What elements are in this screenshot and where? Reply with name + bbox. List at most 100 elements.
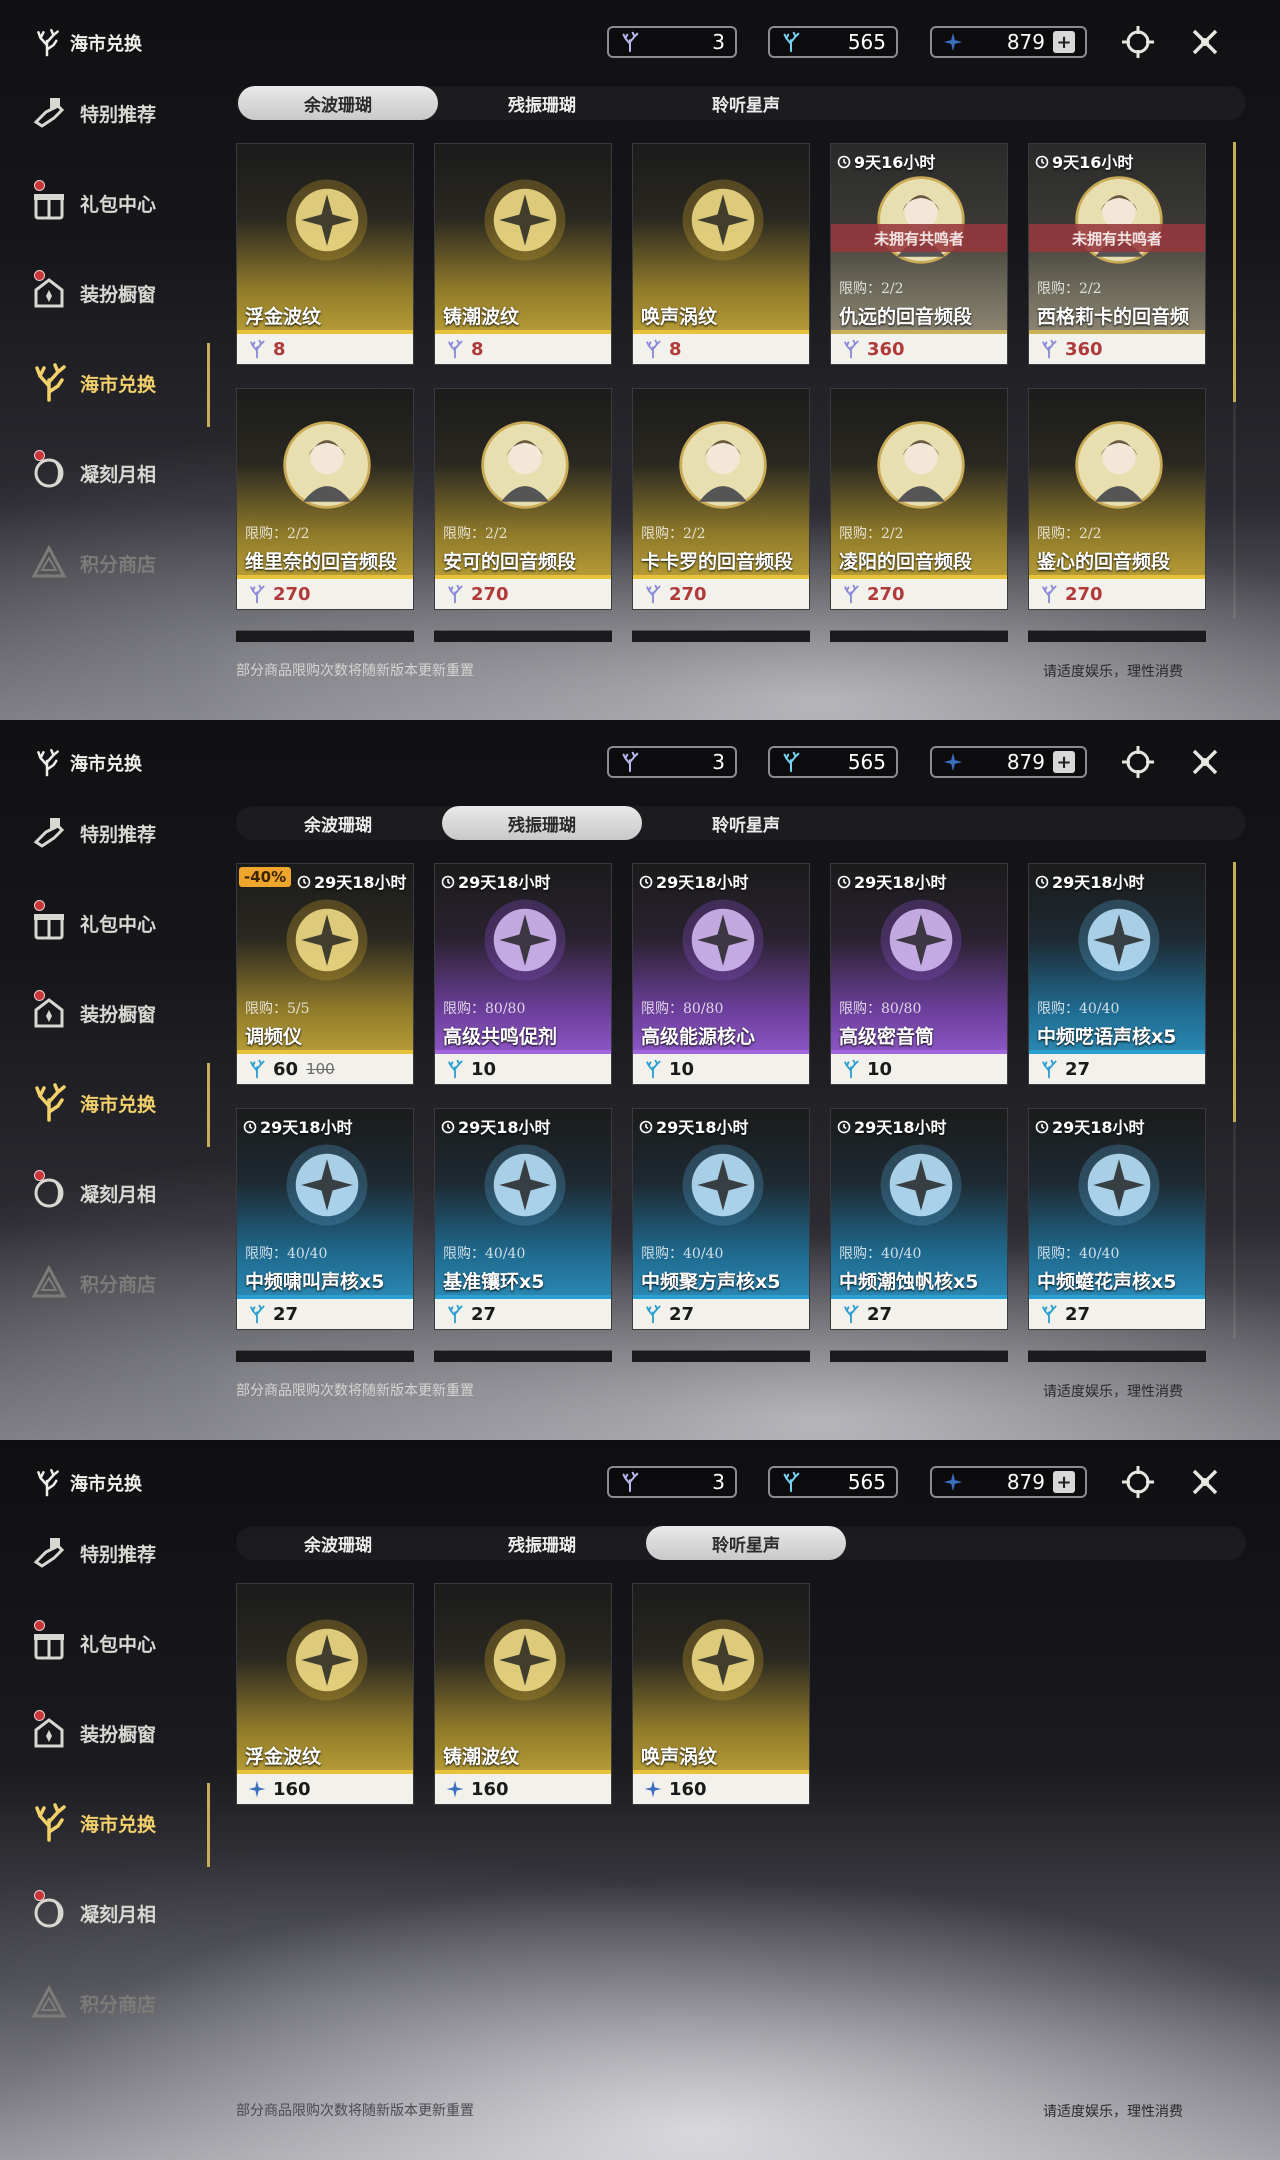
shop-item-card[interactable]: 29天18小时 限购：40/40 中频䗴花声核x5 27 — [1028, 1108, 1206, 1330]
sidebar-item-label: 凝刻月相 — [80, 1903, 157, 1926]
afterglow-coral-icon — [247, 584, 267, 604]
coral-tree-icon — [32, 748, 62, 778]
shop-item-card-partial[interactable] — [236, 1350, 414, 1362]
shop-item-card-partial[interactable] — [830, 630, 1008, 642]
shop-item-card[interactable]: 铸潮波纹 8 — [434, 143, 612, 365]
shop-item-card[interactable]: 限购：2/2 鉴心的回音频段 270 — [1028, 388, 1206, 610]
item-name: 基准镶环x5 — [443, 1271, 545, 1293]
sidebar-item[interactable]: 特别推荐 — [28, 92, 156, 134]
sidebar-item-label: 积分商店 — [80, 553, 157, 576]
star-crystal-icon — [247, 1779, 267, 1799]
shop-item-card[interactable]: 限购：2/2 安可的回音频段 270 — [434, 388, 612, 610]
item-name: 凌阳的回音频段 — [839, 551, 973, 573]
close-icon[interactable] — [1187, 744, 1223, 780]
sidebar-item[interactable]: 凝刻月相 — [28, 1890, 157, 1934]
tab[interactable]: 聆听星声 — [646, 806, 846, 840]
add-currency-button[interactable]: + — [1053, 31, 1075, 53]
tab[interactable]: 余波珊瑚 — [238, 86, 438, 120]
sidebar-item[interactable]: 特别推荐 — [28, 812, 156, 854]
shop-item-card[interactable]: 29天18小时 限购：80/80 高级共鸣促剂 10 — [434, 863, 612, 1085]
sidebar-item[interactable]: 海市兑换 — [28, 362, 156, 404]
tab[interactable]: 余波珊瑚 — [238, 806, 438, 840]
shop-item-card[interactable]: 唤声涡纹 8 — [632, 143, 810, 365]
sidebar-item[interactable]: 礼包中心 — [28, 180, 156, 224]
gift-icon — [28, 900, 70, 944]
timer-label: 29天18小时 — [656, 873, 749, 892]
sidebar-item[interactable]: 礼包中心 — [28, 900, 156, 944]
sidebar-item[interactable]: 特别推荐 — [28, 1532, 156, 1574]
shop-item-card[interactable]: 限购：2/2 凌阳的回音频段 270 — [830, 388, 1008, 610]
afterglow-coral-icon — [643, 339, 663, 359]
sidebar-item[interactable]: 凝刻月相 — [28, 1170, 156, 1214]
shop-item-card[interactable]: 9天16小时 未拥有共鸣者 限购：2/2 仇远的回音频段 360 — [830, 143, 1008, 365]
tab[interactable]: 聆听星声 — [646, 86, 846, 120]
scrollbar[interactable] — [1233, 862, 1236, 1338]
price-value: 10 — [669, 1058, 695, 1080]
sidebar-item[interactable]: 海市兑换 — [28, 1802, 156, 1844]
currency-display[interactable]: 879 + — [930, 746, 1087, 778]
shop-item-card-partial[interactable] — [1028, 630, 1206, 642]
shop-item-card[interactable]: 29天18小时 限购：80/80 高级密音筒 10 — [830, 863, 1008, 1085]
item-name: 安可的回音频段 — [443, 551, 577, 573]
shop-item-card[interactable]: -40% 29天18小时 限购：5/5 调频仪 60 100 — [236, 863, 414, 1085]
sidebar-item[interactable]: 海市兑换 — [28, 1082, 156, 1124]
crosshair-icon[interactable] — [1120, 1464, 1156, 1500]
close-icon[interactable] — [1187, 24, 1223, 60]
shop-item-card-partial[interactable] — [434, 1350, 612, 1362]
sidebar-item[interactable]: 装扮橱窗 — [28, 270, 156, 314]
add-currency-button[interactable]: + — [1053, 1471, 1075, 1493]
currency-display[interactable]: 879 + — [930, 26, 1087, 58]
tab[interactable]: 残振珊瑚 — [442, 806, 642, 840]
shop-item-card[interactable]: 浮金波纹 8 — [236, 143, 414, 365]
sidebar-item[interactable]: 积分商店 — [28, 542, 156, 584]
shop-item-card-partial[interactable] — [236, 630, 414, 642]
add-currency-button[interactable]: + — [1053, 751, 1075, 773]
shop-item-card-partial[interactable] — [632, 1350, 810, 1362]
crosshair-icon[interactable] — [1120, 24, 1156, 60]
close-icon[interactable] — [1187, 1464, 1223, 1500]
page-title-label: 海市兑换 — [70, 1474, 142, 1495]
tab[interactable]: 余波珊瑚 — [238, 1526, 438, 1560]
sidebar-item[interactable]: 积分商店 — [28, 1262, 156, 1304]
shop-item-card-partial[interactable] — [830, 1350, 1008, 1362]
currency-display: 565 — [768, 1466, 898, 1498]
shop-item-card-partial[interactable] — [434, 630, 612, 642]
scrollbar-thumb[interactable] — [1233, 142, 1236, 402]
shop-item-card[interactable]: 29天18小时 限购：40/40 中频啸叫声核x5 27 — [236, 1108, 414, 1330]
item-name: 唤声涡纹 — [641, 1746, 718, 1768]
shop-item-card[interactable]: 限购：2/2 维里奈的回音频段 270 — [236, 388, 414, 610]
shop-item-card[interactable]: 浮金波纹 160 — [236, 1583, 414, 1805]
shop-item-card[interactable]: 唤声涡纹 160 — [632, 1583, 810, 1805]
sidebar-item[interactable]: 凝刻月相 — [28, 450, 156, 494]
shop-item-card-partial[interactable] — [1028, 1350, 1206, 1362]
sidebar-item[interactable]: 礼包中心 — [28, 1620, 156, 1664]
oscillated-coral-icon — [841, 1059, 861, 1079]
shop-item-card[interactable]: 29天18小时 限购：40/40 中频聚方声核x5 27 — [632, 1108, 810, 1330]
shop-item-card[interactable]: 29天18小时 限购：40/40 基准镶环x5 27 — [434, 1108, 612, 1330]
shop-item-card[interactable]: 29天18小时 限购：80/80 高级能源核心 10 — [632, 863, 810, 1085]
shop-item-card-partial[interactable] — [632, 630, 810, 642]
timer: 29天18小时 — [639, 1114, 749, 1138]
sidebar-item[interactable]: 装扮橱窗 — [28, 990, 156, 1034]
shop-item-card[interactable]: 29天18小时 限购：40/40 中频呓语声核x5 27 — [1028, 863, 1206, 1085]
page-title-label: 海市兑换 — [70, 754, 142, 775]
shop-item-card[interactable]: 9天16小时未拥有共鸣者限购：2/2西格莉卡的回音频段360 — [1028, 143, 1206, 365]
timer-label: 29天18小时 — [458, 873, 551, 892]
item-name: 高级能源核心 — [641, 1026, 756, 1048]
sidebar-item[interactable]: 装扮橱窗 — [28, 1710, 156, 1754]
price-value: 27 — [273, 1303, 299, 1325]
shop-item-card[interactable]: 29天18小时 限购：40/40 中频潮蚀帆核x5 27 — [830, 1108, 1008, 1330]
shop-item-card[interactable]: 限购：2/2 卡卡罗的回音频段 270 — [632, 388, 810, 610]
sidebar-item[interactable]: 积分商店 — [28, 1982, 156, 2024]
notification-dot — [34, 180, 45, 191]
tab[interactable]: 残振珊瑚 — [442, 86, 642, 120]
tab[interactable]: 残振珊瑚 — [442, 1526, 642, 1560]
gift-icon — [28, 1620, 70, 1664]
tab[interactable]: 聆听星声 — [646, 1526, 846, 1560]
purchase-limit: 限购：2/2 — [839, 281, 904, 297]
scrollbar[interactable] — [1233, 142, 1236, 618]
currency-display[interactable]: 879 + — [930, 1466, 1087, 1498]
shop-item-card[interactable]: 铸潮波纹 160 — [434, 1583, 612, 1805]
scrollbar-thumb[interactable] — [1233, 862, 1236, 1122]
crosshair-icon[interactable] — [1120, 744, 1156, 780]
